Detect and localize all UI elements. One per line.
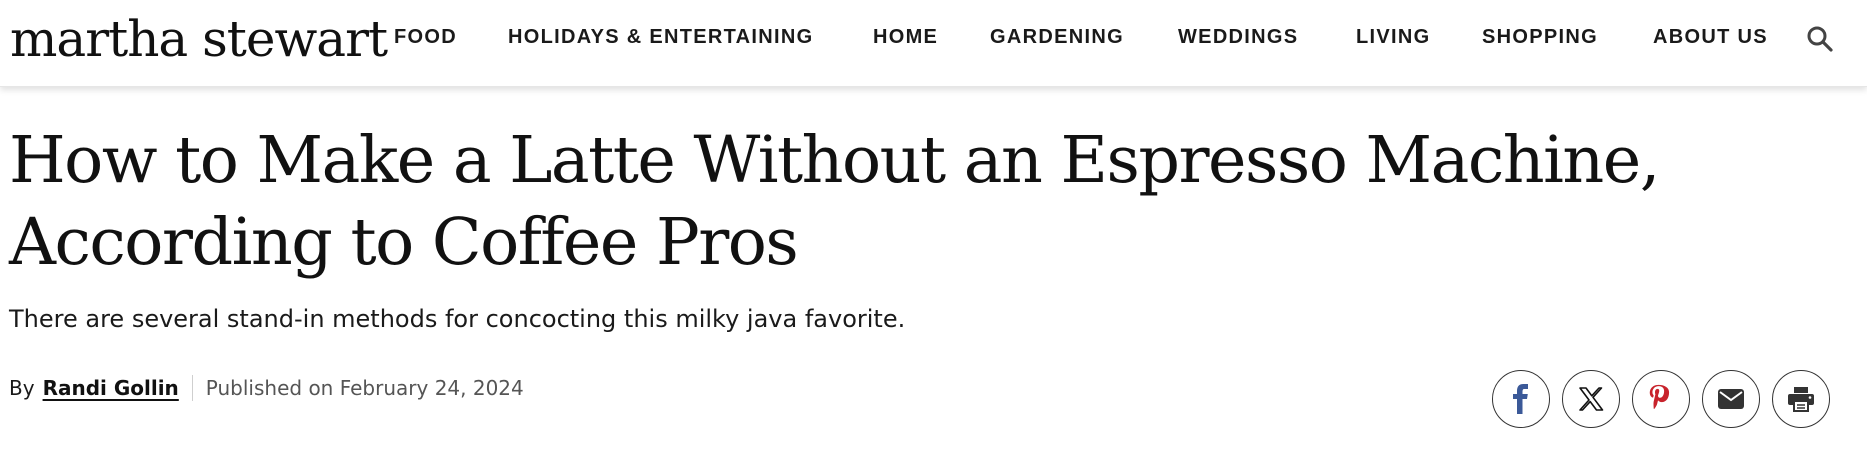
main-nav: FOOD HOLIDAYS & ENTERTAINING HOME GARDEN…	[0, 0, 1867, 78]
share-x-button[interactable]	[1562, 370, 1620, 428]
nav-item-food[interactable]: FOOD	[394, 26, 457, 49]
email-icon	[1718, 389, 1744, 409]
published-date: Published on February 24, 2024	[205, 376, 524, 400]
nav-item-gardening[interactable]: GARDENING	[990, 26, 1124, 49]
site-header: martha stewart FOOD HOLIDAYS & ENTERTAIN…	[0, 0, 1867, 87]
search-button[interactable]	[1805, 24, 1835, 54]
byline-prefix: By	[9, 376, 35, 400]
nav-item-home[interactable]: HOME	[873, 26, 938, 49]
share-email-button[interactable]	[1702, 370, 1760, 428]
print-icon	[1788, 387, 1814, 412]
x-icon	[1579, 387, 1604, 411]
nav-item-holidays-entertaining[interactable]: HOLIDAYS & ENTERTAINING	[508, 26, 813, 49]
byline: By Randi Gollin Published on February 24…	[9, 375, 524, 401]
search-icon	[1807, 26, 1833, 52]
share-print-button[interactable]	[1772, 370, 1830, 428]
nav-item-weddings[interactable]: WEDDINGS	[1178, 26, 1298, 49]
article-dek: There are several stand-in methods for c…	[9, 305, 906, 333]
article-headline: How to Make a Latte Without an Espresso …	[9, 123, 1660, 280]
byline-divider	[191, 375, 193, 401]
nav-item-living[interactable]: LIVING	[1356, 26, 1430, 49]
author-link[interactable]: Randi Gollin	[43, 376, 179, 400]
nav-item-shopping[interactable]: SHOPPING	[1482, 26, 1598, 49]
facebook-icon	[1513, 384, 1528, 414]
share-bar	[1492, 370, 1830, 428]
pinterest-icon	[1649, 384, 1670, 410]
share-facebook-button[interactable]	[1492, 370, 1550, 428]
nav-item-about-us[interactable]: ABOUT US	[1653, 26, 1768, 49]
share-pinterest-button[interactable]	[1632, 370, 1690, 428]
